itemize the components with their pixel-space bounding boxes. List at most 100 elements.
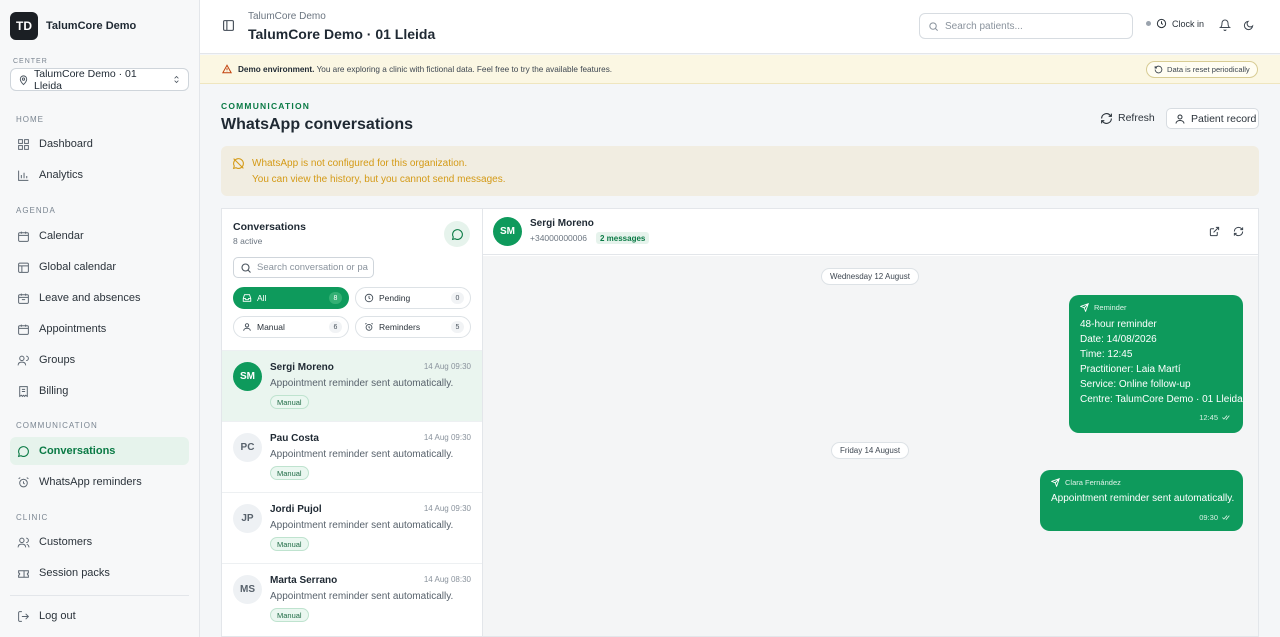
sidebar-item-customers[interactable]: Customers [10,528,189,556]
sender-label: Clara Fernández [1065,478,1121,487]
sidebar-item-analytics[interactable]: Analytics [10,161,189,189]
sidebar-item-calendar[interactable]: Calendar [10,222,189,250]
moon-icon[interactable] [1243,20,1254,31]
refresh-icon[interactable] [1233,226,1244,237]
sidebar-item-whatsapp-reminders[interactable]: WhatsApp reminders [10,468,189,496]
conversation-tag: Manual [270,608,309,622]
receipt-icon [17,385,30,398]
users-icon [17,354,30,367]
search-icon [928,21,939,32]
warning-triangle-icon [222,64,232,74]
nav-section-clinic: CLINIC [16,513,49,522]
calendar-grid-icon [17,261,30,274]
patient-search-input[interactable] [945,20,1115,32]
sidebar-item-groups[interactable]: Groups [10,346,189,374]
brand[interactable]: TD TalumCore Demo [10,12,136,40]
message-line: Centre: TalumCore Demo · 01 Lleida [1080,394,1243,405]
nav-section-communication: COMMUNICATION [16,421,98,430]
sidebar-item-conversations[interactable]: Conversations [10,437,189,465]
sidebar-item-billing[interactable]: Billing [10,377,189,405]
message-line: Service: Online follow-up [1080,379,1191,390]
send-icon [1080,303,1089,312]
filter-pending[interactable]: Pending 0 [355,287,471,309]
sidebar-toggle-icon[interactable] [222,19,235,32]
conversation-time: 14 Aug 09:30 [423,362,471,371]
sidebar-item-label: Global calendar [39,261,117,273]
new-conversation-button[interactable] [444,221,470,247]
alarm-icon [364,322,374,332]
ticket-icon [17,567,30,580]
filter-label: Manual [257,322,285,332]
sidebar-item-global-calendar[interactable]: Global calendar [10,253,189,281]
demo-banner-text: Demo environment. You are exploring a cl… [238,65,612,74]
sidebar-item-dashboard[interactable]: Dashboard [10,130,189,158]
conversation-tag: Manual [270,395,309,409]
alert-description: You can view the history, but you cannot… [252,174,506,185]
center-label: CENTER [13,58,48,65]
sidebar-item-label: Dashboard [39,138,93,150]
sidebar-divider [10,595,189,596]
message-circle-icon [17,445,30,458]
breadcrumb[interactable]: TalumCore Demo [248,11,326,22]
conversation-preview: Appointment reminder sent automatically. [270,378,454,389]
message-text: Appointment reminder sent automatically. [1051,493,1235,504]
message-sender: Clara Fernández [1051,478,1121,487]
filter-label: Reminders [379,322,421,332]
conversation-item[interactable]: MS Marta Serrano 14 Aug 08:30 Appointmen… [222,563,482,634]
patient-search[interactable] [919,13,1133,39]
data-reset-badge: Data is reset periodically [1146,61,1258,78]
conversation-search[interactable] [233,257,374,278]
filter-manual[interactable]: Manual 6 [233,316,349,338]
message-circle-icon [451,228,464,241]
sidebar-item-label: Customers [39,536,93,548]
conversation-name: Sergi Moreno [270,362,334,373]
filter-reminders[interactable]: Reminders 5 [355,316,471,338]
message-line: 48-hour reminder [1080,319,1157,330]
user-icon [242,322,252,332]
filter-all[interactable]: All 8 [233,287,349,309]
message-timestamp: 09:30 [1199,513,1232,522]
date-separator: Friday 14 August [831,442,910,459]
conversation-item[interactable]: PC Pau Costa 14 Aug 09:30 Appointment re… [222,421,482,492]
conversation-name: Marta Serrano [270,575,338,586]
refresh-icon [1100,112,1113,125]
brand-name: TalumCore Demo [46,20,137,32]
conversation-item[interactable]: JP Jordi Pujol 14 Aug 09:30 Appointment … [222,492,482,563]
patient-record-button[interactable]: Patient record [1166,108,1259,129]
refresh-button[interactable]: Refresh [1100,109,1155,127]
sidebar-item-label: Leave and absences [39,292,141,304]
message-line: Practitioner: Laia Martí [1080,364,1181,375]
avatar: PC [233,433,262,462]
chat-panel: SM Sergi Moreno +34000000006 2 messages … [482,208,1259,637]
sidebar-item-appointments[interactable]: Appointments [10,315,189,343]
sidebar-item-label: Groups [39,354,76,366]
chat-contact-phone: +34000000006 [530,233,587,243]
bar-chart-icon [17,169,30,182]
external-link-icon[interactable] [1209,226,1220,237]
message-bubble: Reminder 48-hour reminder Date: 14/08/20… [1069,295,1243,433]
center-select[interactable]: TalumCore Demo · 01 Lleida [10,68,189,92]
calendar-off-icon [17,292,30,305]
map-pin-icon [18,74,29,86]
conversation-item[interactable]: SM Sergi Moreno 14 Aug 09:30 Appointment… [222,350,482,421]
alarm-icon [17,476,30,489]
demo-banner-body: You are exploring a clinic with fictiona… [314,65,613,74]
message-time: 09:30 [1199,513,1218,522]
sidebar-item-leave[interactable]: Leave and absences [10,284,189,312]
data-reset-label: Data is reset periodically [1167,65,1250,74]
bell-icon[interactable] [1219,19,1231,31]
message-count-badge: 2 messages [596,232,650,244]
conversation-tag: Manual [270,466,309,480]
brand-logo: TD [10,12,38,40]
logout-button[interactable]: Log out [10,602,189,630]
user-icon [1174,113,1186,125]
sidebar-item-label: Session packs [39,567,110,579]
sidebar-item-session-packs[interactable]: Session packs [10,559,189,587]
sidebar-item-label: Billing [39,385,69,397]
filter-count: 0 [451,292,464,304]
conversation-search-input[interactable] [257,262,369,273]
conversations-panel: Conversations 8 active All 8 Pending 0 M… [221,208,482,637]
search-icon [240,262,252,274]
message-sender: Reminder [1080,303,1127,312]
clock-in-button[interactable]: Clock in [1146,18,1204,29]
